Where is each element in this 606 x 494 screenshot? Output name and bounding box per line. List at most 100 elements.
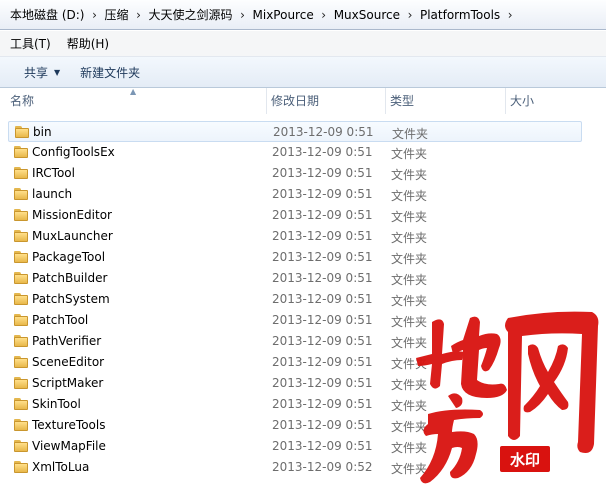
file-name: XmlToLua	[32, 460, 90, 474]
file-row[interactable]: TextureTools 2013-12-09 0:51 文件夹	[8, 415, 582, 436]
file-name: SkinTool	[32, 397, 81, 411]
column-header-date[interactable]: 修改日期	[267, 88, 386, 114]
column-type-label: 类型	[390, 94, 415, 108]
file-row[interactable]: ViewMapFile 2013-12-09 0:51 文件夹	[8, 436, 582, 457]
address-bar[interactable]: 本地磁盘 (D:) › 压缩 › 大天使之剑源码 › MixPource › M…	[0, 0, 606, 30]
folder-icon	[14, 230, 28, 242]
chevron-right-icon[interactable]: ›	[86, 8, 102, 22]
file-type: 文件夹	[391, 273, 428, 287]
file-row[interactable]: ScriptMaker 2013-12-09 0:51 文件夹	[8, 373, 582, 394]
menu-bar: 工具(T) 帮助(H)	[0, 31, 606, 57]
file-name: bin	[33, 125, 52, 139]
folder-icon	[14, 167, 28, 179]
file-name: SceneEditor	[32, 355, 105, 369]
breadcrumb-label: MuxSource	[333, 7, 400, 22]
file-date: 2013-12-09 0:51	[272, 376, 373, 390]
breadcrumb-item-mixpource[interactable]: MixPource ›	[251, 4, 332, 26]
file-date: 2013-12-09 0:51	[272, 250, 373, 264]
file-type: 文件夹	[391, 189, 428, 203]
breadcrumb-item-platformtools[interactable]: PlatformTools ›	[418, 4, 518, 26]
file-date: 2013-12-09 0:51	[272, 145, 373, 159]
file-date: 2013-12-09 0:51	[272, 334, 373, 348]
column-header-row: ▲ 名称 修改日期 类型 大小	[0, 87, 606, 114]
file-row[interactable]: MissionEditor 2013-12-09 0:51 文件夹	[8, 205, 582, 226]
chevron-right-icon[interactable]: ›	[130, 8, 146, 22]
share-label: 共享	[24, 65, 49, 80]
file-row[interactable]: PatchBuilder 2013-12-09 0:51 文件夹	[8, 268, 582, 289]
breadcrumb-item-source[interactable]: 大天使之剑源码 ›	[146, 4, 250, 26]
new-folder-label: 新建文件夹	[80, 65, 141, 80]
menu-tools[interactable]: 工具(T)	[8, 35, 65, 52]
file-type: 文件夹	[391, 294, 428, 308]
file-name: launch	[32, 187, 73, 201]
breadcrumb-label: 本地磁盘 (D:)	[10, 8, 85, 22]
column-header-type[interactable]: 类型	[386, 88, 506, 114]
file-name: PatchBuilder	[32, 271, 108, 285]
file-type: 文件夹	[391, 252, 428, 266]
file-date: 2013-12-09 0:52	[272, 460, 373, 474]
folder-icon	[14, 293, 28, 305]
breadcrumb-label: PlatformTools	[419, 7, 501, 22]
file-row[interactable]: XmlToLua 2013-12-09 0:52 文件夹	[8, 457, 582, 478]
menu-help[interactable]: 帮助(H)	[65, 35, 123, 52]
file-type: 文件夹	[391, 399, 428, 413]
column-header-name[interactable]: 名称	[6, 88, 267, 114]
chevron-right-icon[interactable]: ›	[402, 8, 418, 22]
folder-icon	[14, 335, 28, 347]
file-row[interactable]: PatchTool 2013-12-09 0:51 文件夹	[8, 310, 582, 331]
folder-icon	[14, 419, 28, 431]
folder-icon	[14, 314, 28, 326]
file-date: 2013-12-09 0:51	[272, 166, 373, 180]
file-row[interactable]: bin 2013-12-09 0:51 文件夹	[8, 121, 582, 142]
file-row[interactable]: SceneEditor 2013-12-09 0:51 文件夹	[8, 352, 582, 373]
file-type: 文件夹	[391, 315, 428, 329]
file-row[interactable]: PatchSystem 2013-12-09 0:51 文件夹	[8, 289, 582, 310]
file-type: 文件夹	[391, 378, 428, 392]
file-date: 2013-12-09 0:51	[272, 355, 373, 369]
breadcrumb-label: MixPource	[252, 7, 314, 22]
file-row[interactable]: launch 2013-12-09 0:51 文件夹	[8, 184, 582, 205]
file-type: 文件夹	[391, 441, 428, 455]
file-row[interactable]: MuxLauncher 2013-12-09 0:51 文件夹	[8, 226, 582, 247]
column-name-label: 名称	[10, 94, 35, 108]
breadcrumb-label: 大天使之剑源码	[148, 8, 233, 22]
file-row[interactable]: ConfigToolsEx 2013-12-09 0:51 文件夹	[8, 142, 582, 163]
file-date: 2013-12-09 0:51	[272, 208, 373, 222]
file-row[interactable]: PathVerifier 2013-12-09 0:51 文件夹	[8, 331, 582, 352]
file-name: ConfigToolsEx	[32, 145, 115, 159]
file-date: 2013-12-09 0:51	[272, 439, 373, 453]
chevron-right-icon[interactable]: ›	[235, 8, 251, 22]
file-name: ViewMapFile	[32, 439, 106, 453]
file-row[interactable]: IRCTool 2013-12-09 0:51 文件夹	[8, 163, 582, 184]
file-name: TextureTools	[32, 418, 106, 432]
folder-icon	[14, 440, 28, 452]
column-header-size[interactable]: 大小	[506, 88, 606, 114]
file-type: 文件夹	[391, 210, 428, 224]
file-name: PackageTool	[32, 250, 106, 264]
folder-icon	[14, 146, 28, 158]
file-date: 2013-12-09 0:51	[272, 187, 373, 201]
share-button[interactable]: 共享 ▼	[14, 61, 70, 84]
file-type: 文件夹	[391, 357, 428, 371]
breadcrumb-item-compress[interactable]: 压缩 ›	[102, 4, 146, 26]
breadcrumb-item-muxsource[interactable]: MuxSource ›	[332, 4, 418, 26]
folder-icon	[14, 188, 28, 200]
folder-icon	[14, 398, 28, 410]
file-name: IRCTool	[32, 166, 75, 180]
folder-icon	[14, 272, 28, 284]
chevron-right-icon[interactable]: ›	[316, 8, 332, 22]
folder-icon	[14, 209, 28, 221]
file-type: 文件夹	[391, 168, 428, 182]
file-name: PatchSystem	[32, 292, 110, 306]
file-row[interactable]: SkinTool 2013-12-09 0:51 文件夹	[8, 394, 582, 415]
file-type: 文件夹	[391, 231, 428, 245]
file-row[interactable]: PackageTool 2013-12-09 0:51 文件夹	[8, 247, 582, 268]
breadcrumb-item-drive[interactable]: 本地磁盘 (D:) ›	[8, 4, 102, 26]
file-type: 文件夹	[391, 420, 428, 434]
new-folder-button[interactable]: 新建文件夹	[70, 61, 150, 84]
folder-icon	[15, 126, 29, 138]
chevron-right-icon[interactable]: ›	[502, 8, 518, 22]
file-name: MuxLauncher	[32, 229, 113, 243]
file-date: 2013-12-09 0:51	[272, 418, 373, 432]
file-date: 2013-12-09 0:51	[273, 125, 374, 139]
